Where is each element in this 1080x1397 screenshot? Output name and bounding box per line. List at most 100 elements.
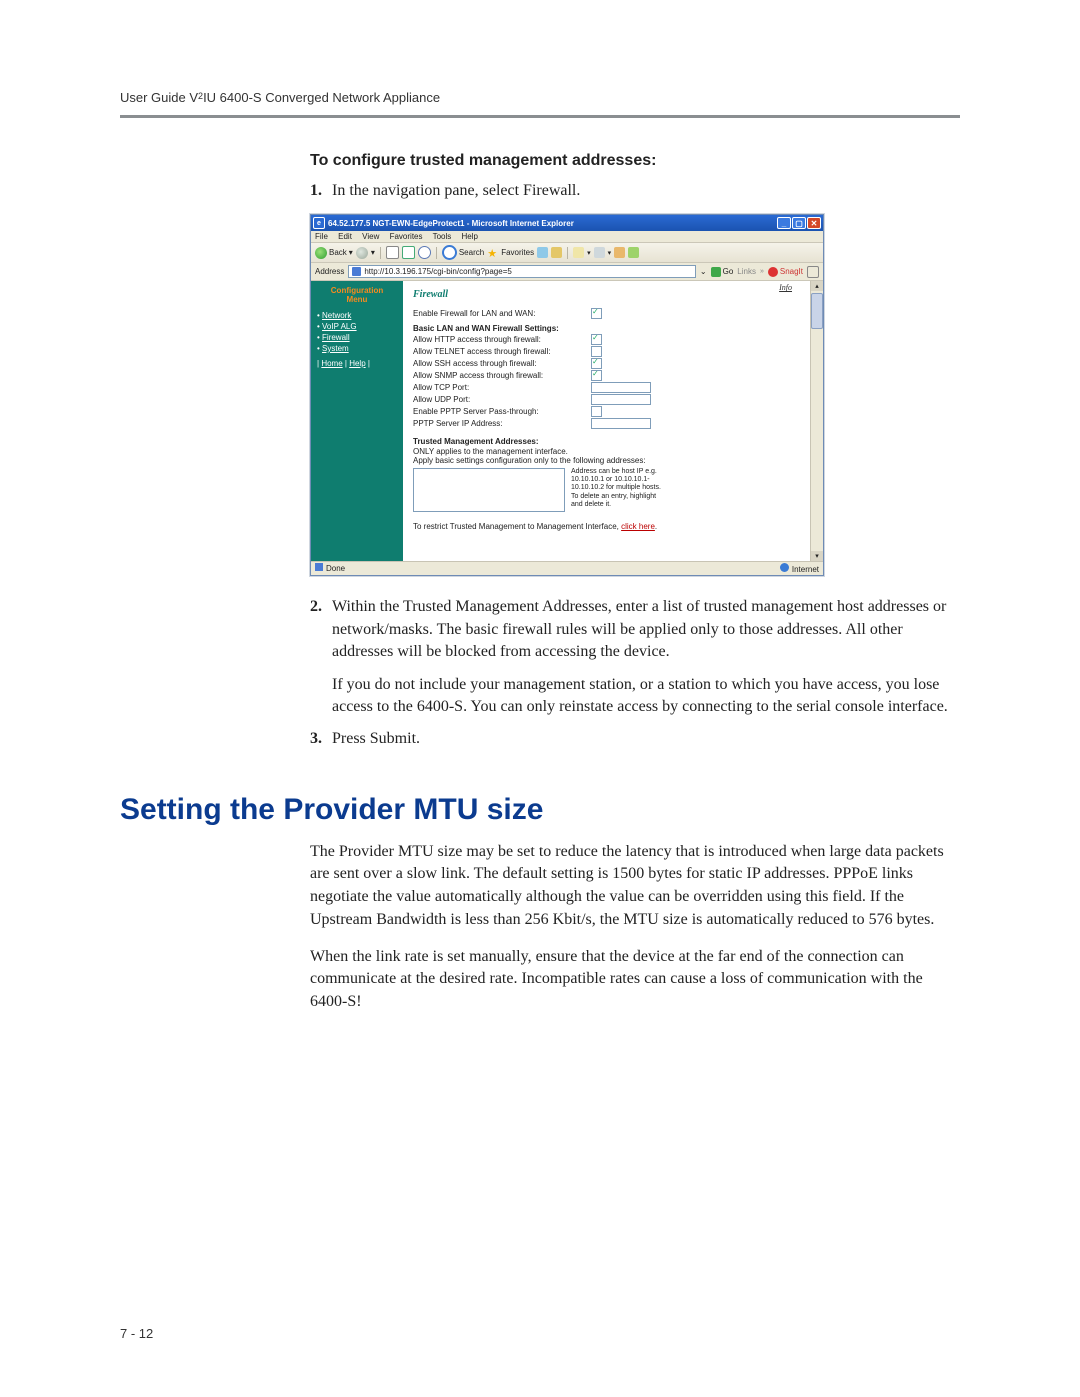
minimize-button[interactable]: _	[777, 217, 791, 229]
print-button[interactable]	[594, 247, 605, 258]
page-icon	[352, 267, 361, 276]
globe-icon	[780, 563, 789, 572]
restrict-note: To restrict Trusted Management to Manage…	[413, 522, 800, 531]
row-snmp: Allow SNMP access through firewall:	[413, 370, 800, 381]
row-pptp: Enable PPTP Server Pass-through:	[413, 406, 800, 417]
input-pptp-ip[interactable]	[591, 418, 651, 429]
vertical-scrollbar[interactable]: ▴ ▾	[810, 281, 823, 561]
snagit-label: SnagIt	[780, 267, 803, 276]
go-icon	[711, 267, 721, 277]
snagit-window-icon[interactable]	[807, 266, 819, 278]
header-text-post: IU 6400-S Converged Network Appliance	[203, 90, 440, 105]
sidebar-help-link[interactable]: Help	[349, 359, 365, 368]
trusted-hint: Address can be host IP e.g. 10.10.10.1 o…	[571, 468, 667, 512]
menu-view[interactable]: View	[362, 232, 379, 241]
procedure-subhead: To configure trusted management addresse…	[310, 152, 960, 170]
status-done: Done	[315, 563, 345, 574]
scroll-down-arrow[interactable]: ▾	[811, 551, 823, 561]
label-ssh: Allow SSH access through firewall:	[413, 359, 591, 368]
label-http: Allow HTTP access through firewall:	[413, 335, 591, 344]
sidebar-title: Configuration Menu	[317, 287, 397, 305]
checkbox-telnet[interactable]	[591, 346, 602, 357]
checkbox-ssh[interactable]	[591, 358, 602, 369]
close-button[interactable]: ✕	[807, 217, 821, 229]
mtu-body: The Provider MTU size may be set to redu…	[310, 841, 960, 1014]
address-dropdown[interactable]: ⌄	[700, 267, 707, 276]
label-enable: Enable Firewall for LAN and WAN:	[413, 309, 591, 318]
checkbox-pptp[interactable]	[591, 406, 602, 417]
label-pptp-ip: PPTP Server IP Address:	[413, 419, 591, 428]
back-icon	[315, 247, 327, 259]
step-number: 1.	[310, 180, 332, 202]
links-chevron: »	[760, 268, 764, 275]
header-sup: 2	[198, 91, 203, 101]
mail-button[interactable]	[573, 247, 584, 258]
row-enable-firewall: Enable Firewall for LAN and WAN:	[413, 308, 800, 319]
menu-tools[interactable]: Tools	[433, 232, 452, 241]
checkbox-snmp[interactable]	[591, 370, 602, 381]
sidebar-title-2: Menu	[347, 295, 368, 304]
step-1: 1. In the navigation pane, select Firewa…	[310, 180, 960, 202]
input-tcp-port[interactable]	[591, 382, 651, 393]
dropdown-icon: ▾	[587, 249, 591, 257]
menu-favorites[interactable]: Favorites	[390, 232, 423, 241]
back-button[interactable]: Back ▾	[315, 247, 353, 259]
sidebar-home-link[interactable]: Home	[321, 359, 342, 368]
checkbox-http[interactable]	[591, 334, 602, 345]
info-link[interactable]: Info	[779, 283, 792, 292]
sidebar-item-voip-alg[interactable]: VoIP ALG	[317, 322, 397, 331]
sidebar-item-firewall[interactable]: Firewall	[317, 333, 397, 342]
menu-edit[interactable]: Edit	[338, 232, 352, 241]
restrict-link[interactable]: click here	[621, 522, 655, 531]
menu-file[interactable]: File	[315, 232, 328, 241]
step-number: 2.	[310, 596, 332, 663]
address-input[interactable]: http://10.3.196.175/cgi-bin/config?page=…	[348, 265, 696, 278]
stop-button[interactable]	[386, 246, 399, 259]
label-pptp: Enable PPTP Server Pass-through:	[413, 407, 591, 416]
running-header: User Guide V2IU 6400-S Converged Network…	[120, 90, 960, 115]
document-page: User Guide V2IU 6400-S Converged Network…	[0, 0, 1080, 1397]
sidebar-item-system[interactable]: System	[317, 344, 397, 353]
refresh-button[interactable]	[402, 246, 415, 259]
separator	[567, 247, 568, 259]
snagit-button[interactable]: SnagIt	[768, 267, 803, 277]
trusted-addresses-textarea[interactable]	[413, 468, 565, 512]
step-text: Within the Trusted Management Addresses,…	[332, 596, 960, 663]
links-label[interactable]: Links	[737, 267, 756, 276]
page-number: 7 - 12	[120, 1326, 153, 1341]
edit-button[interactable]	[614, 247, 625, 258]
favorites-button[interactable]: ★Favorites	[487, 247, 534, 259]
media-button[interactable]	[537, 247, 548, 258]
status-zone-label: Internet	[792, 565, 819, 574]
status-zone: Internet	[780, 563, 819, 574]
scroll-thumb[interactable]	[811, 293, 823, 329]
messenger-button[interactable]	[628, 247, 639, 258]
home-button[interactable]	[418, 246, 431, 259]
menu-help[interactable]: Help	[462, 232, 478, 241]
scroll-up-arrow[interactable]: ▴	[811, 281, 823, 291]
favorites-label: Favorites	[501, 248, 534, 257]
row-telnet: Allow TELNET access through firewall:	[413, 346, 800, 357]
row-udp: Allow UDP Port:	[413, 394, 800, 405]
configuration-menu-sidebar: Configuration Menu Network VoIP ALG Fire…	[311, 281, 403, 561]
row-tcp: Allow TCP Port:	[413, 382, 800, 393]
restrict-pre: To restrict Trusted Management to Manage…	[413, 522, 621, 531]
procedure-steps: 1. In the navigation pane, select Firewa…	[310, 180, 960, 202]
mtu-para1: The Provider MTU size may be set to redu…	[310, 841, 960, 932]
step-3: 3. Press Submit.	[310, 728, 960, 750]
maximize-button[interactable]: ▢	[792, 217, 806, 229]
window-buttons: _ ▢ ✕	[777, 217, 821, 229]
step-text: In the navigation pane, select Firewall.	[332, 180, 960, 202]
embedded-screenshot: 64.52.177.5 NGT-EWN-EdgeProtect1 - Micro…	[310, 214, 824, 576]
label-snmp: Allow SNMP access through firewall:	[413, 371, 591, 380]
checkbox-enable[interactable]	[591, 308, 602, 319]
search-button[interactable]: Search	[442, 245, 484, 260]
done-icon	[315, 563, 323, 571]
snagit-icon	[768, 267, 778, 277]
sidebar-item-network[interactable]: Network	[317, 311, 397, 320]
input-udp-port[interactable]	[591, 394, 651, 405]
history-button[interactable]	[551, 247, 562, 258]
go-button[interactable]: Go	[711, 267, 734, 277]
forward-button[interactable]	[356, 247, 368, 259]
content-block: To configure trusted management addresse…	[310, 152, 960, 751]
